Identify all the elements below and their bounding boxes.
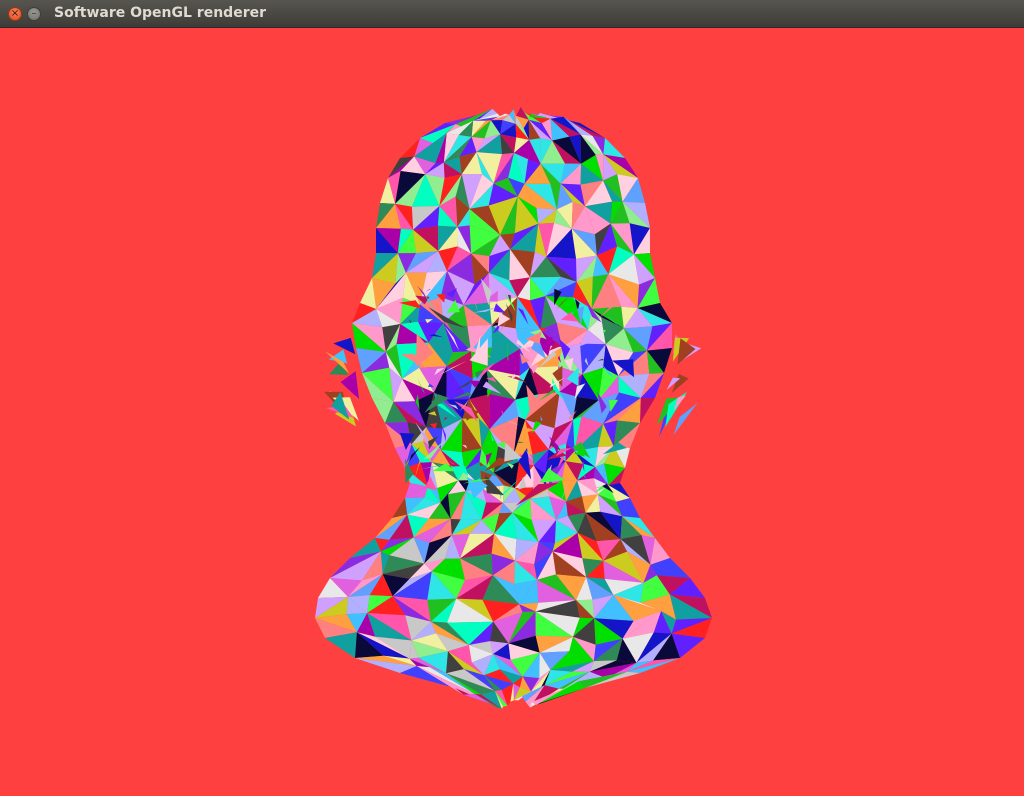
render-canvas	[0, 28, 1024, 796]
title-bar[interactable]: × – Software OpenGL renderer	[0, 0, 1024, 28]
app-window: × – Software OpenGL renderer	[0, 0, 1024, 796]
window-title: Software OpenGL renderer	[54, 5, 266, 21]
minimize-icon: –	[31, 8, 37, 19]
close-button[interactable]: ×	[8, 7, 22, 21]
minimize-button[interactable]: –	[27, 7, 41, 21]
close-icon: ×	[10, 8, 20, 19]
render-viewport[interactable]	[0, 28, 1024, 796]
